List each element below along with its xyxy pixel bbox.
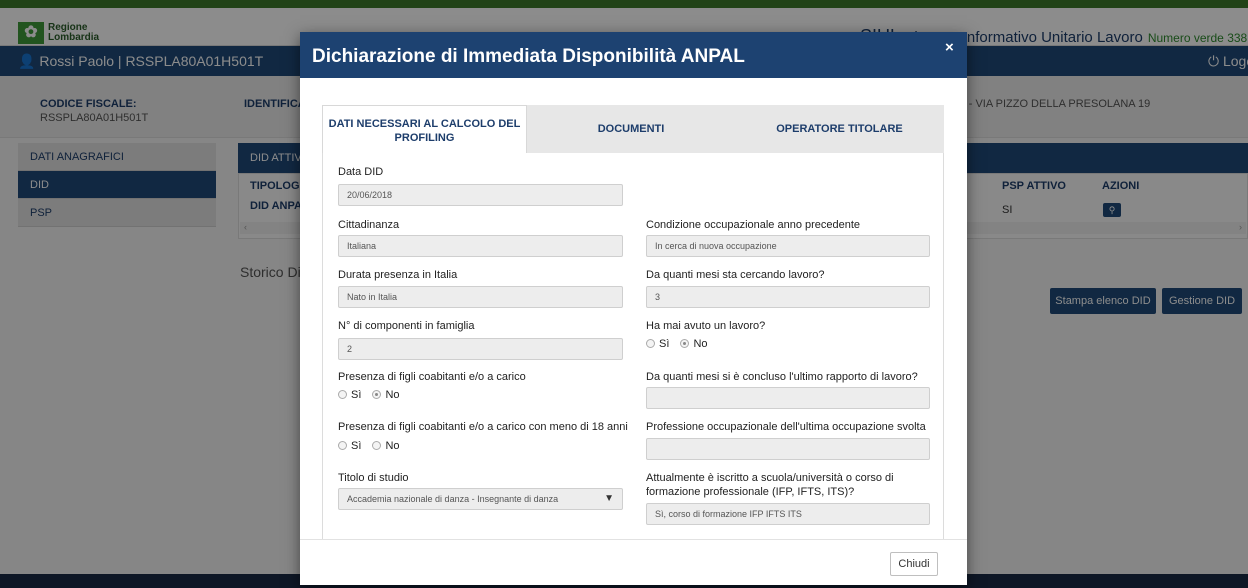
figli-minori-radios: Sì No [338, 440, 400, 452]
titolo-studio-value: Accademia nazionale di danza - Insegnant… [347, 494, 559, 504]
modal-footer: Chiudi [300, 539, 967, 585]
modal-header: Dichiarazione di Immediata Disponibilità… [300, 32, 967, 78]
radio-selected-icon [372, 390, 382, 399]
data-did-label: Data DID [338, 166, 384, 178]
close-icon[interactable]: × [945, 39, 954, 56]
data-did-field[interactable]: 20/06/2018 [338, 184, 623, 206]
professione-field[interactable] [646, 438, 930, 460]
mesi-concluso-field[interactable] [646, 387, 930, 409]
condizione-occupazionale-label: Condizione occupazionale anno precedente [646, 219, 861, 231]
iscritto-label-2: formazione professionale (IFP, IFTS, ITS… [646, 486, 855, 498]
mai-avuto-lavoro-si[interactable]: Sì [646, 338, 669, 350]
mesi-concluso-label: Da quanti mesi si è concluso l'ultimo ra… [646, 371, 918, 383]
mesi-cerca-lavoro-label: Da quanti mesi sta cercando lavoro? [646, 269, 825, 281]
iscritto-label-1: Attualmente è iscritto a scuola/universi… [646, 472, 894, 484]
modal-tabs: DATI NECESSARI AL CALCOLO DEL PROFILING … [322, 105, 944, 153]
figli-minori-label: Presenza di figli coabitanti e/o a caric… [338, 421, 628, 433]
figli-carico-radios: Sì No [338, 389, 400, 401]
professione-label: Professione occupazionale dell'ultima oc… [646, 421, 926, 433]
componenti-famiglia-field[interactable]: 2 [338, 338, 623, 360]
tab-dati-profiling[interactable]: DATI NECESSARI AL CALCOLO DEL PROFILING [322, 105, 527, 153]
durata-presenza-label: Durata presenza in Italia [338, 269, 458, 281]
mai-avuto-lavoro-no[interactable]: No [680, 338, 708, 350]
chiudi-button[interactable]: Chiudi [890, 552, 938, 576]
profiling-panel: Data DID 20/06/2018 Cittadinanza Italian… [322, 153, 944, 539]
radio-icon [338, 390, 347, 399]
figli-carico-label: Presenza di figli coabitanti e/o a caric… [338, 371, 526, 383]
tab-documenti[interactable]: DOCUMENTI [527, 105, 735, 153]
mai-avuto-lavoro-radios: Sì No [646, 338, 708, 350]
radio-icon [646, 339, 655, 348]
radio-selected-icon [680, 339, 690, 348]
figli-minori-si[interactable]: Sì [338, 440, 361, 452]
figli-carico-no[interactable]: No [372, 389, 400, 401]
durata-presenza-field[interactable]: Nato in Italia [338, 286, 623, 308]
iscritto-field[interactable]: Sì, corso di formazione IFP IFTS ITS [646, 503, 930, 525]
componenti-famiglia-label: N° di componenti in famiglia [338, 320, 475, 332]
figli-minori-no[interactable]: No [372, 440, 400, 452]
condizione-occupazionale-field[interactable]: In cerca di nuova occupazione [646, 235, 930, 257]
figli-carico-si[interactable]: Sì [338, 389, 361, 401]
mesi-cerca-lavoro-field[interactable]: 3 [646, 286, 930, 308]
chevron-down-icon: ▼ [604, 493, 614, 504]
titolo-studio-select[interactable]: Accademia nazionale di danza - Insegnant… [338, 488, 623, 510]
did-anpal-modal: Dichiarazione di Immediata Disponibilità… [300, 32, 967, 585]
modal-title: Dichiarazione di Immediata Disponibilità… [312, 46, 745, 67]
cittadinanza-label: Cittadinanza [338, 219, 400, 231]
mai-avuto-lavoro-label: Ha mai avuto un lavoro? [646, 320, 766, 332]
radio-icon [338, 441, 347, 450]
titolo-studio-label: Titolo di studio [338, 472, 409, 484]
tab-operatore-titolare[interactable]: OPERATORE TITOLARE [735, 105, 944, 153]
cittadinanza-field[interactable]: Italiana [338, 235, 623, 257]
radio-icon [372, 441, 382, 450]
